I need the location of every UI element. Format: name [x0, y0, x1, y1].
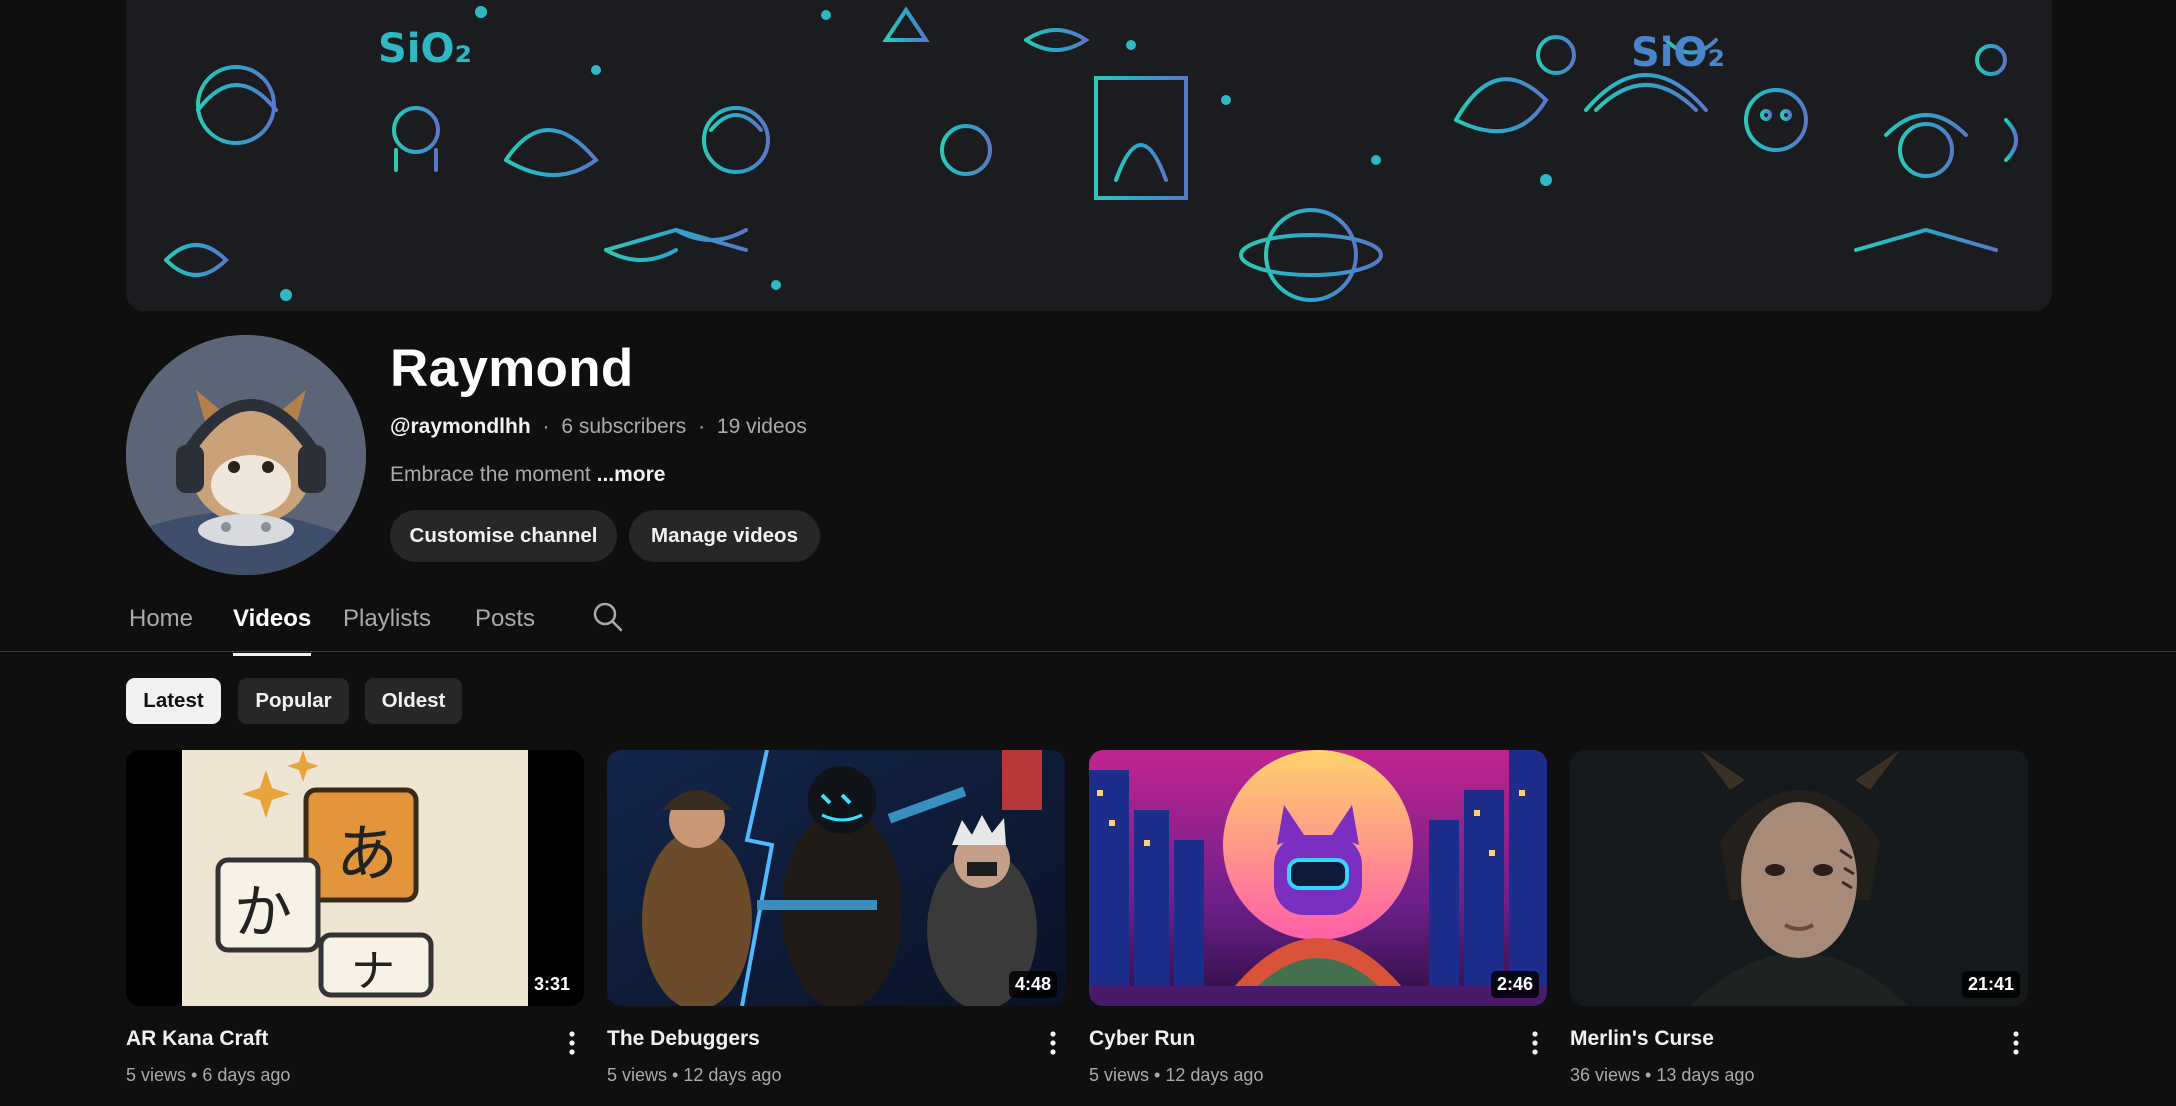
chip-popular[interactable]: Popular [238, 678, 349, 724]
video-duration: 2:46 [1490, 971, 1539, 998]
kana-blocks-thumbnail: あ か ナ [126, 750, 584, 1006]
channel-meta: @raymondlhh · 6 subscribers · 19 videos [390, 415, 807, 439]
meta-separator: · [542, 415, 550, 438]
tab-playlists[interactable]: Playlists [343, 605, 431, 633]
meta-dot: • [672, 1065, 679, 1085]
view-count: 5 views [1089, 1065, 1150, 1085]
more-vert-icon[interactable] [1041, 1028, 1065, 1058]
svg-text:SiO₂: SiO₂ [1631, 30, 1725, 76]
cat-with-headphones-avatar [126, 335, 366, 575]
more-vert-icon[interactable] [1523, 1028, 1547, 1058]
tab-videos[interactable]: Videos [233, 605, 312, 656]
more-vert-icon[interactable] [2004, 1028, 2028, 1058]
chip-latest[interactable]: Latest [126, 678, 221, 724]
search-icon[interactable] [592, 601, 624, 633]
channel-name: Raymond [390, 339, 634, 398]
upload-age: 6 days ago [202, 1065, 291, 1085]
meta-separator: · [698, 415, 706, 438]
chip-oldest[interactable]: Oldest [365, 678, 462, 724]
video-meta: 5 views • 6 days ago [126, 1065, 290, 1086]
customise-channel-button[interactable]: Customise channel [390, 510, 617, 562]
upload-age: 12 days ago [683, 1065, 782, 1085]
upload-age: 13 days ago [1656, 1065, 1755, 1085]
channel-banner: SiO₂ SiO₂ [126, 0, 2052, 311]
svg-text:ナ: ナ [351, 946, 395, 997]
tab-home[interactable]: Home [129, 605, 193, 633]
video-thumbnail[interactable]: 4:48 [607, 750, 1065, 1006]
channel-tabs: Home Videos Playlists Posts [0, 595, 2176, 656]
video-meta: 5 views • 12 days ago [1089, 1065, 1263, 1086]
meta-dot: • [191, 1065, 198, 1085]
video-thumbnail[interactable]: 21:41 [1570, 750, 2028, 1006]
video-card: 21:41 Merlin's Curse 36 views • 13 days … [1570, 750, 2028, 1106]
channel-handle: @raymondlhh [390, 415, 531, 438]
video-title[interactable]: Cyber Run [1089, 1027, 1195, 1051]
manage-videos-button[interactable]: Manage videos [629, 510, 820, 562]
view-count: 5 views [607, 1065, 668, 1085]
video-meta: 5 views • 12 days ago [607, 1065, 781, 1086]
video-duration: 4:48 [1008, 971, 1057, 998]
doodle-pattern-banner: SiO₂ SiO₂ [126, 0, 2052, 311]
meta-dot: • [1154, 1065, 1161, 1085]
avatar[interactable] [126, 335, 366, 575]
description-text: Embrace the moment [390, 463, 591, 486]
view-count: 5 views [126, 1065, 187, 1085]
channel-description: Embrace the moment ...more [390, 463, 665, 487]
horned-girl-thumbnail [1570, 750, 2028, 1006]
more-vert-icon[interactable] [560, 1028, 584, 1058]
synthwave-city-thumbnail [1089, 750, 1547, 1006]
more-link[interactable]: ...more [597, 463, 666, 486]
sio2-doodle: SiO₂ [378, 26, 472, 72]
video-duration: 3:31 [527, 971, 576, 998]
video-card: 4:48 The Debuggers 5 views • 12 days ago [607, 750, 1065, 1106]
meta-dot: • [1645, 1065, 1652, 1085]
upload-age: 12 days ago [1165, 1065, 1264, 1085]
video-card: 2:46 Cyber Run 5 views • 12 days ago [1089, 750, 1547, 1106]
video-thumbnail[interactable]: 2:46 [1089, 750, 1547, 1006]
video-card: あ か ナ 3:31 AR Kana Craft 5 views • 6 day… [126, 750, 584, 1106]
tabs-divider [0, 651, 2176, 652]
video-title[interactable]: Merlin's Curse [1570, 1027, 1714, 1051]
subscriber-count: 6 subscribers [561, 415, 687, 438]
svg-text:か: か [234, 878, 292, 946]
video-title[interactable]: The Debuggers [607, 1027, 760, 1051]
video-count: 19 videos [716, 415, 807, 438]
video-title[interactable]: AR Kana Craft [126, 1027, 268, 1051]
view-count: 36 views [1570, 1065, 1641, 1085]
video-meta: 36 views • 13 days ago [1570, 1065, 1754, 1086]
cyberpunk-team-thumbnail [607, 750, 1065, 1006]
svg-text:あ: あ [336, 817, 398, 890]
tab-posts[interactable]: Posts [475, 605, 535, 633]
video-duration: 21:41 [1961, 971, 2020, 998]
video-thumbnail[interactable]: あ か ナ 3:31 [126, 750, 584, 1006]
